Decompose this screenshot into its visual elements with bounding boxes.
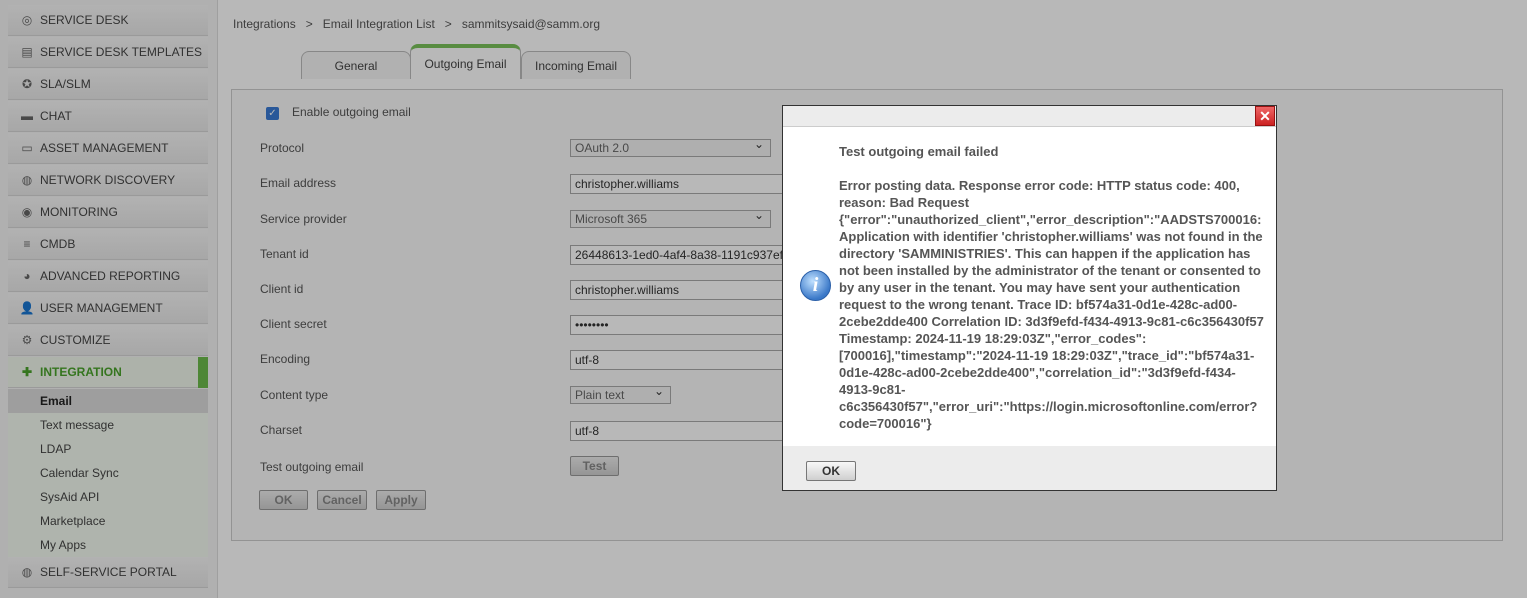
dialog-ok-button[interactable]: OK [806, 461, 856, 481]
modal-overlay[interactable] [0, 0, 1527, 598]
close-icon[interactable]: ✕ [1255, 106, 1275, 126]
dialog-message: Error posting data. Response error code:… [839, 178, 1264, 431]
dialog-footer: OK [783, 446, 1276, 490]
dialog-title: Test outgoing email failed [839, 144, 999, 159]
info-icon: i [800, 270, 831, 301]
dialog-title-bar[interactable]: ✕ [783, 106, 1276, 127]
error-dialog: ✕ i Test outgoing email failed Error pos… [782, 105, 1277, 491]
